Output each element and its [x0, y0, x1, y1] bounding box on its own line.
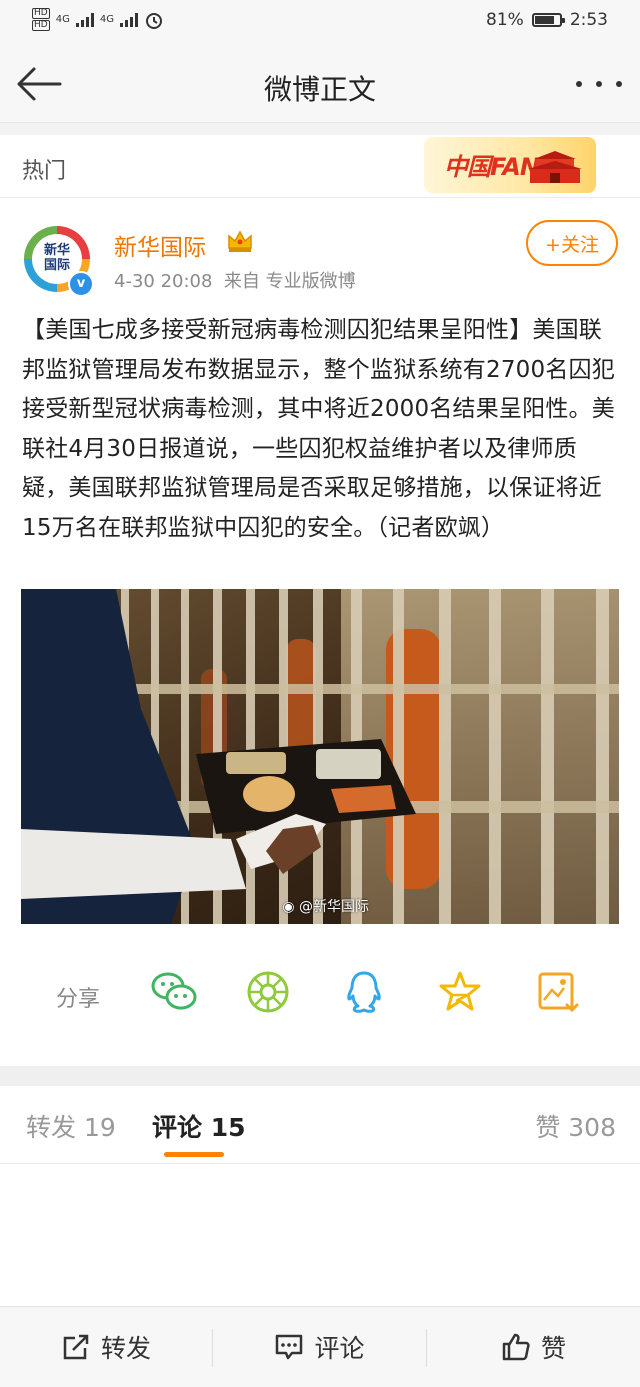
share-moments-button[interactable]	[244, 968, 292, 1016]
network-label-1: 4G	[55, 14, 70, 25]
share-qq-button[interactable]	[340, 968, 388, 1016]
battery-percent: 81%	[486, 10, 524, 30]
post-time: 4-30 20:08	[114, 271, 213, 292]
status-right: 81% 2:53	[486, 10, 608, 30]
page-title: 微博正文	[263, 73, 376, 106]
more-button[interactable]	[576, 74, 622, 94]
china-fans-banner[interactable]: 中国FANS	[424, 137, 596, 193]
signal-icon-1	[75, 12, 94, 27]
verified-badge-icon: v	[68, 271, 94, 297]
share-qzone-button[interactable]	[436, 968, 484, 1016]
alarm-icon	[145, 12, 162, 29]
avatar-logo-line: 新华	[43, 243, 70, 258]
section-divider	[0, 123, 640, 135]
avatar-logo-line: 国际	[43, 258, 70, 273]
qq-icon	[347, 971, 381, 1013]
post-image[interactable]: ◉ @新华国际	[21, 589, 619, 924]
save-image-button[interactable]	[534, 968, 582, 1016]
qzone-icon	[439, 971, 481, 1011]
repost-label: 转发	[100, 1334, 151, 1363]
tab-repost[interactable]: 转发 19	[26, 1108, 116, 1144]
post-meta: 4-30 20:08 来自 专业版微博	[114, 267, 356, 293]
hot-bar: 热门 中国FANS	[0, 135, 640, 198]
like-button[interactable]: 赞	[427, 1307, 640, 1387]
hot-label: 热门	[22, 159, 67, 184]
share-label: 分享	[56, 987, 101, 1012]
prison-meal-photo	[21, 589, 619, 924]
share-wechat-button[interactable]	[150, 968, 198, 1016]
tiananmen-icon	[528, 151, 582, 183]
post-source: 来自 专业版微博	[223, 271, 356, 292]
network-label-2: 4G	[99, 14, 114, 25]
section-divider	[0, 1066, 640, 1086]
like-label: 赞	[540, 1334, 566, 1363]
post-body: 【美国七成多接受新冠病毒检测囚犯结果呈阳性】美国联邦监狱管理局发布数据显示，整个…	[22, 317, 615, 541]
author-name[interactable]: 新华国际	[114, 228, 206, 262]
clock: 2:53	[569, 10, 608, 30]
thumbs-up-icon	[502, 1333, 530, 1361]
moments-icon	[247, 971, 289, 1013]
signal-icon-2	[119, 12, 138, 27]
hd-indicator: HD HD	[32, 8, 50, 31]
follow-button[interactable]: +关注	[526, 220, 618, 266]
active-tab-indicator	[164, 1152, 224, 1157]
repost-button[interactable]: 转发	[0, 1307, 212, 1387]
bottom-action-bar: 转发 评论 赞	[0, 1306, 640, 1387]
watermark-text: @新华国际	[299, 899, 369, 915]
repost-icon	[63, 1334, 89, 1360]
comment-label: 评论	[314, 1334, 365, 1363]
tab-comment[interactable]: 评论 15	[152, 1108, 246, 1144]
wechat-icon	[151, 972, 197, 1010]
tabs-divider	[0, 1163, 640, 1164]
more-dots-icon	[576, 81, 582, 87]
save-image-icon	[538, 972, 579, 1013]
comment-button[interactable]: 评论	[213, 1307, 426, 1387]
avatar-logo-text: 新华 国际	[32, 243, 82, 273]
battery-icon	[531, 13, 565, 27]
vip-crown-icon	[228, 230, 252, 252]
top-nav: 微博正文	[0, 46, 640, 123]
image-watermark: ◉ @新华国际	[282, 896, 369, 916]
status-left: HD HD 4G 4G	[32, 8, 164, 31]
weibo-logo-icon: ◉	[282, 899, 295, 915]
tab-like[interactable]: 赞 308	[535, 1108, 616, 1144]
status-bar: HD HD 4G 4G 81% 2:53	[0, 0, 640, 46]
comment-icon	[276, 1334, 303, 1360]
